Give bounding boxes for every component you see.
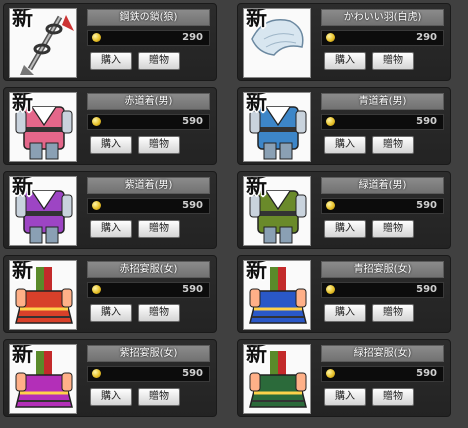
buy-button[interactable]: 購入: [90, 220, 132, 238]
new-badge: 新: [12, 8, 33, 30]
new-badge: 新: [246, 260, 267, 282]
item-price: 590: [416, 284, 437, 295]
buy-button[interactable]: 購入: [324, 304, 366, 322]
new-badge: 新: [12, 92, 33, 114]
item-price: 290: [416, 32, 437, 43]
new-badge: 新: [246, 176, 267, 198]
gift-button[interactable]: 贈物: [372, 304, 414, 322]
item-name: 赤道着(男): [87, 93, 210, 110]
shop-item-card: 新 青招宴服(女) 590 購入 贈物: [237, 255, 451, 333]
shop-item-card: 新 紫招宴服(女) 590 購入 贈物: [3, 339, 217, 417]
price-row: 590: [321, 114, 444, 130]
price-row: 290: [321, 30, 444, 46]
gift-button[interactable]: 贈物: [138, 220, 180, 238]
buy-button[interactable]: 購入: [90, 136, 132, 154]
shop-item-card: 新 赤招宴服(女) 590 購入 贈物: [3, 255, 217, 333]
gift-button[interactable]: 贈物: [138, 136, 180, 154]
price-row: 590: [321, 198, 444, 214]
item-price: 590: [182, 200, 203, 211]
gift-button[interactable]: 贈物: [138, 388, 180, 406]
item-name: かわいい羽(白虎): [321, 9, 444, 26]
shop-item-card: 新 緑道着(男) 590 購入 贈物: [237, 171, 451, 249]
coin-icon: [326, 285, 335, 294]
coin-icon: [326, 117, 335, 126]
item-price: 590: [416, 368, 437, 379]
buy-button[interactable]: 購入: [90, 304, 132, 322]
item-price: 590: [182, 116, 203, 127]
item-thumbnail[interactable]: 新: [9, 260, 77, 330]
price-row: 590: [321, 282, 444, 298]
price-row: 590: [87, 198, 210, 214]
coin-icon: [326, 33, 335, 42]
item-name: 赤招宴服(女): [87, 261, 210, 278]
coin-icon: [92, 201, 101, 210]
item-price: 590: [182, 284, 203, 295]
item-name: 緑道着(男): [321, 177, 444, 194]
new-badge: 新: [12, 344, 33, 366]
item-thumbnail[interactable]: 新: [9, 8, 77, 78]
coin-icon: [92, 369, 101, 378]
item-thumbnail[interactable]: 新: [9, 92, 77, 162]
shop-item-card: 新 紫道着(男) 590 購入 贈物: [3, 171, 217, 249]
shop-item-card: 新 かわいい羽(白虎) 290 購入 贈物: [237, 3, 451, 81]
buy-button[interactable]: 購入: [90, 388, 132, 406]
price-row: 290: [87, 30, 210, 46]
item-price: 590: [416, 200, 437, 211]
new-badge: 新: [12, 176, 33, 198]
item-name: 紫道着(男): [87, 177, 210, 194]
price-row: 590: [87, 114, 210, 130]
gift-button[interactable]: 贈物: [138, 52, 180, 70]
item-name: 緑招宴服(女): [321, 345, 444, 362]
item-thumbnail[interactable]: 新: [243, 344, 311, 414]
item-name: 鋼鉄の鎖(狼): [87, 9, 210, 26]
shop-item-card: 新 鋼鉄の鎖(狼) 290 購入 贈物: [3, 3, 217, 81]
gift-button[interactable]: 贈物: [372, 52, 414, 70]
item-thumbnail[interactable]: 新: [243, 92, 311, 162]
shop-item-card: 新 青道着(男) 590 購入 贈物: [237, 87, 451, 165]
buy-button[interactable]: 購入: [324, 52, 366, 70]
item-shop-panel: 新 鋼鉄の鎖(狼) 290 購入 贈物 新 かわいい羽(白虎) 290 購入 贈…: [0, 0, 468, 428]
price-row: 590: [87, 366, 210, 382]
shop-item-card: 新 緑招宴服(女) 590 購入 贈物: [237, 339, 451, 417]
coin-icon: [326, 369, 335, 378]
item-price: 590: [182, 368, 203, 379]
price-row: 590: [87, 282, 210, 298]
new-badge: 新: [246, 92, 267, 114]
item-thumbnail[interactable]: 新: [9, 176, 77, 246]
coin-icon: [92, 117, 101, 126]
buy-button[interactable]: 購入: [324, 220, 366, 238]
item-thumbnail[interactable]: 新: [9, 344, 77, 414]
item-price: 590: [416, 116, 437, 127]
item-name: 青道着(男): [321, 93, 444, 110]
coin-icon: [92, 285, 101, 294]
new-badge: 新: [12, 260, 33, 282]
item-thumbnail[interactable]: 新: [243, 176, 311, 246]
price-row: 590: [321, 366, 444, 382]
gift-button[interactable]: 贈物: [138, 304, 180, 322]
coin-icon: [92, 33, 101, 42]
item-thumbnail[interactable]: 新: [243, 8, 311, 78]
buy-button[interactable]: 購入: [324, 136, 366, 154]
shop-item-card: 新 赤道着(男) 590 購入 贈物: [3, 87, 217, 165]
new-badge: 新: [246, 8, 267, 30]
item-thumbnail[interactable]: 新: [243, 260, 311, 330]
gift-button[interactable]: 贈物: [372, 388, 414, 406]
new-badge: 新: [246, 344, 267, 366]
item-name: 紫招宴服(女): [87, 345, 210, 362]
buy-button[interactable]: 購入: [90, 52, 132, 70]
buy-button[interactable]: 購入: [324, 388, 366, 406]
item-price: 290: [182, 32, 203, 43]
gift-button[interactable]: 贈物: [372, 220, 414, 238]
item-name: 青招宴服(女): [321, 261, 444, 278]
coin-icon: [326, 201, 335, 210]
gift-button[interactable]: 贈物: [372, 136, 414, 154]
